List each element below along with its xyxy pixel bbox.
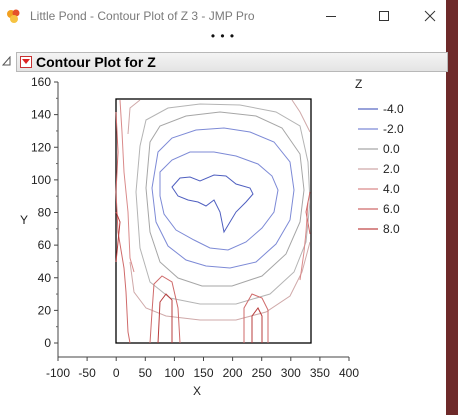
y-tick-label: 80 [38, 206, 52, 220]
x-axis-label: X [193, 384, 201, 398]
window-title: Little Pond - Contour Plot of Z 3 - JMP … [30, 9, 255, 23]
y-tick-label: 60 [38, 238, 52, 252]
y-axis-label: Y [20, 213, 28, 227]
x-tick-label: 150 [193, 366, 213, 380]
window-bottom [0, 410, 446, 415]
report-outline-header: Contour Plot for Z [16, 52, 448, 72]
legend-label: 6.0 [383, 202, 400, 216]
x-tick-label: 50 [139, 366, 153, 380]
legend-label: 4.0 [383, 182, 400, 196]
report-title: Contour Plot for Z [36, 54, 156, 70]
x-tick-label: -100 [46, 366, 70, 380]
x-tick-label: 250 [252, 366, 272, 380]
y-tick-label: 140 [31, 108, 51, 122]
maximize-icon [379, 11, 389, 21]
jmp-app-icon [7, 9, 20, 23]
toolbar-grip[interactable]: • • • [0, 30, 446, 44]
y-tick-label: 120 [31, 140, 51, 154]
disclosure-triangle-icon[interactable] [2, 56, 12, 66]
legend-label: -2.0 [383, 122, 404, 136]
close-button[interactable] [407, 0, 453, 32]
legend-label: 8.0 [383, 222, 400, 236]
y-tick-label: 40 [38, 271, 52, 285]
x-tick-group: -100 -50 0 50 100 150 200 250 300 350 400 [46, 357, 359, 380]
red-triangle-icon [22, 59, 30, 64]
x-tick-label: 300 [281, 366, 301, 380]
minimize-button[interactable] [308, 0, 354, 32]
red-triangle-menu-button[interactable] [20, 56, 32, 68]
x-tick-label: -50 [78, 366, 96, 380]
x-tick-label: 0 [113, 366, 120, 380]
y-tick-label: 20 [38, 303, 52, 317]
y-tick-label: 160 [31, 75, 51, 89]
legend: Z -4.0 -2.0 0.0 2.0 4.0 6.0 8.0 [352, 72, 446, 292]
maximize-button[interactable] [361, 0, 407, 32]
legend-label: 2.0 [383, 162, 400, 176]
x-tick-label: 350 [310, 366, 330, 380]
x-tick-label: 200 [223, 366, 243, 380]
close-icon [424, 10, 436, 22]
legend-label: -4.0 [383, 102, 404, 116]
y-tick-label: 0 [44, 336, 51, 350]
contour-plot: 160140120100806040200 -100 -50 0 50 100 150 20… [20, 72, 446, 398]
legend-label: 0.0 [383, 142, 400, 156]
y-tick-group: 160 140 120 100 80 60 40 20 0 [31, 75, 58, 350]
title-bar[interactable]: Little Pond - Contour Plot of Z 3 - JMP … [0, 0, 446, 32]
legend-title: Z [355, 77, 362, 91]
x-tick-label: 400 [339, 366, 359, 380]
y-tick-label: 100 [31, 173, 51, 187]
x-tick-label: 100 [164, 366, 184, 380]
minimize-icon [326, 16, 336, 17]
